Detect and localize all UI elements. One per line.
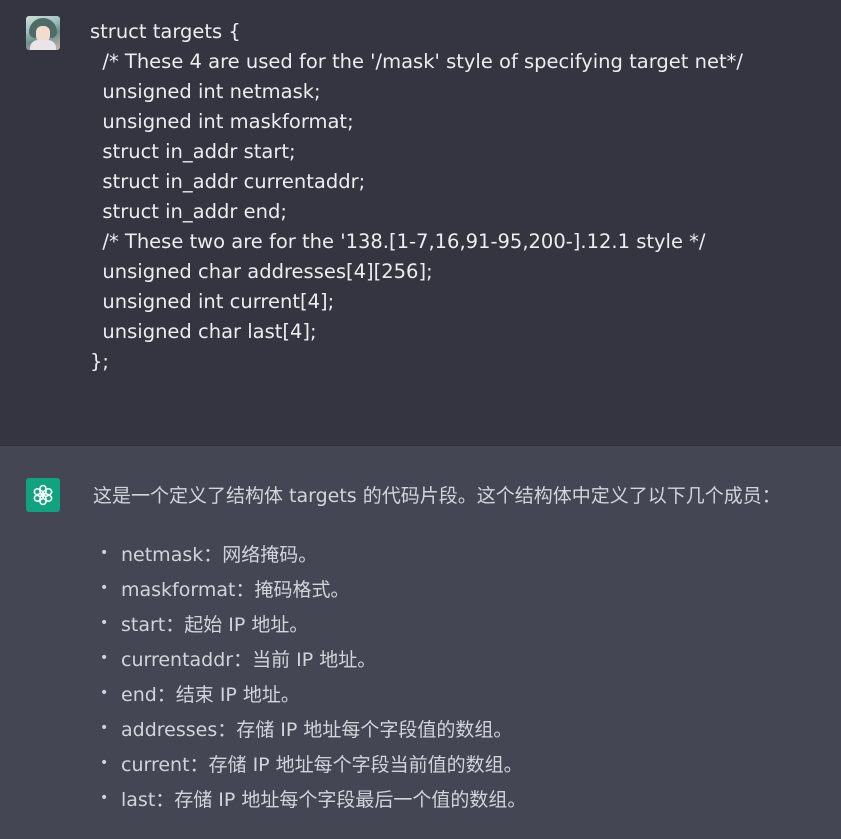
code-line: unsigned int netmask; bbox=[90, 80, 321, 103]
list-item: • netmask：网络掩码。 bbox=[100, 540, 526, 575]
openai-logo-glyph bbox=[33, 484, 53, 506]
bullet-icon: • bbox=[100, 790, 109, 806]
list-item: • current：存储 IP 地址每个字段当前值的数组。 bbox=[100, 750, 526, 785]
list-item: • currentaddr：当前 IP 地址。 bbox=[100, 645, 526, 680]
code-line: /* These two are for the '138.[1-7,16,91… bbox=[90, 230, 706, 253]
list-item: • addresses：存储 IP 地址每个字段值的数组。 bbox=[100, 715, 526, 750]
avatar-body bbox=[30, 40, 56, 50]
assistant-message: 这是一个定义了结构体 targets 的代码片段。这个结构体中定义了以下几个成员… bbox=[0, 446, 841, 839]
list-item-text: netmask：网络掩码。 bbox=[121, 544, 318, 566]
code-line: }; bbox=[90, 350, 109, 373]
code-line: unsigned char addresses[4][256]; bbox=[90, 260, 433, 283]
code-line: struct in_addr start; bbox=[90, 140, 296, 163]
user-message: struct targets { /* These 4 are used for… bbox=[0, 0, 841, 446]
list-item-text: start：起始 IP 地址。 bbox=[121, 614, 309, 636]
bullet-icon: • bbox=[100, 580, 109, 596]
code-line: struct targets { bbox=[90, 20, 241, 43]
bullet-icon: • bbox=[100, 685, 109, 701]
list-item: • maskformat：掩码格式。 bbox=[100, 575, 526, 610]
list-item-text: currentaddr：当前 IP 地址。 bbox=[121, 649, 377, 671]
code-line: /* These 4 are used for the '/mask' styl… bbox=[90, 50, 743, 73]
list-item-text: addresses：存储 IP 地址每个字段值的数组。 bbox=[121, 719, 513, 741]
bullet-icon: • bbox=[100, 720, 109, 736]
bullet-icon: • bbox=[100, 615, 109, 631]
bullet-icon: • bbox=[100, 545, 109, 561]
list-item: • start：起始 IP 地址。 bbox=[100, 610, 526, 645]
code-line: unsigned int current[4]; bbox=[90, 290, 335, 313]
code-line: unsigned int maskformat; bbox=[90, 110, 354, 133]
list-item-text: end：结束 IP 地址。 bbox=[121, 684, 300, 706]
bullet-icon: • bbox=[100, 650, 109, 666]
user-code-block: struct targets { /* These 4 are used for… bbox=[90, 17, 743, 377]
list-item-text: last：存储 IP 地址每个字段最后一个值的数组。 bbox=[121, 789, 527, 811]
openai-logo-icon bbox=[26, 478, 60, 512]
code-line: unsigned char last[4]; bbox=[90, 320, 317, 343]
list-item: • end：结束 IP 地址。 bbox=[100, 680, 526, 715]
list-item: • last：存储 IP 地址每个字段最后一个值的数组。 bbox=[100, 785, 526, 820]
bullet-icon: • bbox=[100, 755, 109, 771]
code-line: struct in_addr end; bbox=[90, 200, 287, 223]
list-item-text: maskformat：掩码格式。 bbox=[121, 579, 350, 601]
assistant-intro: 这是一个定义了结构体 targets 的代码片段。这个结构体中定义了以下几个成员… bbox=[93, 485, 781, 507]
list-item-text: current：存储 IP 地址每个字段当前值的数组。 bbox=[121, 754, 523, 776]
user-avatar bbox=[26, 16, 60, 50]
member-list: • netmask：网络掩码。 • maskformat：掩码格式。 • start：… bbox=[100, 540, 526, 820]
code-line: struct in_addr currentaddr; bbox=[90, 170, 366, 193]
